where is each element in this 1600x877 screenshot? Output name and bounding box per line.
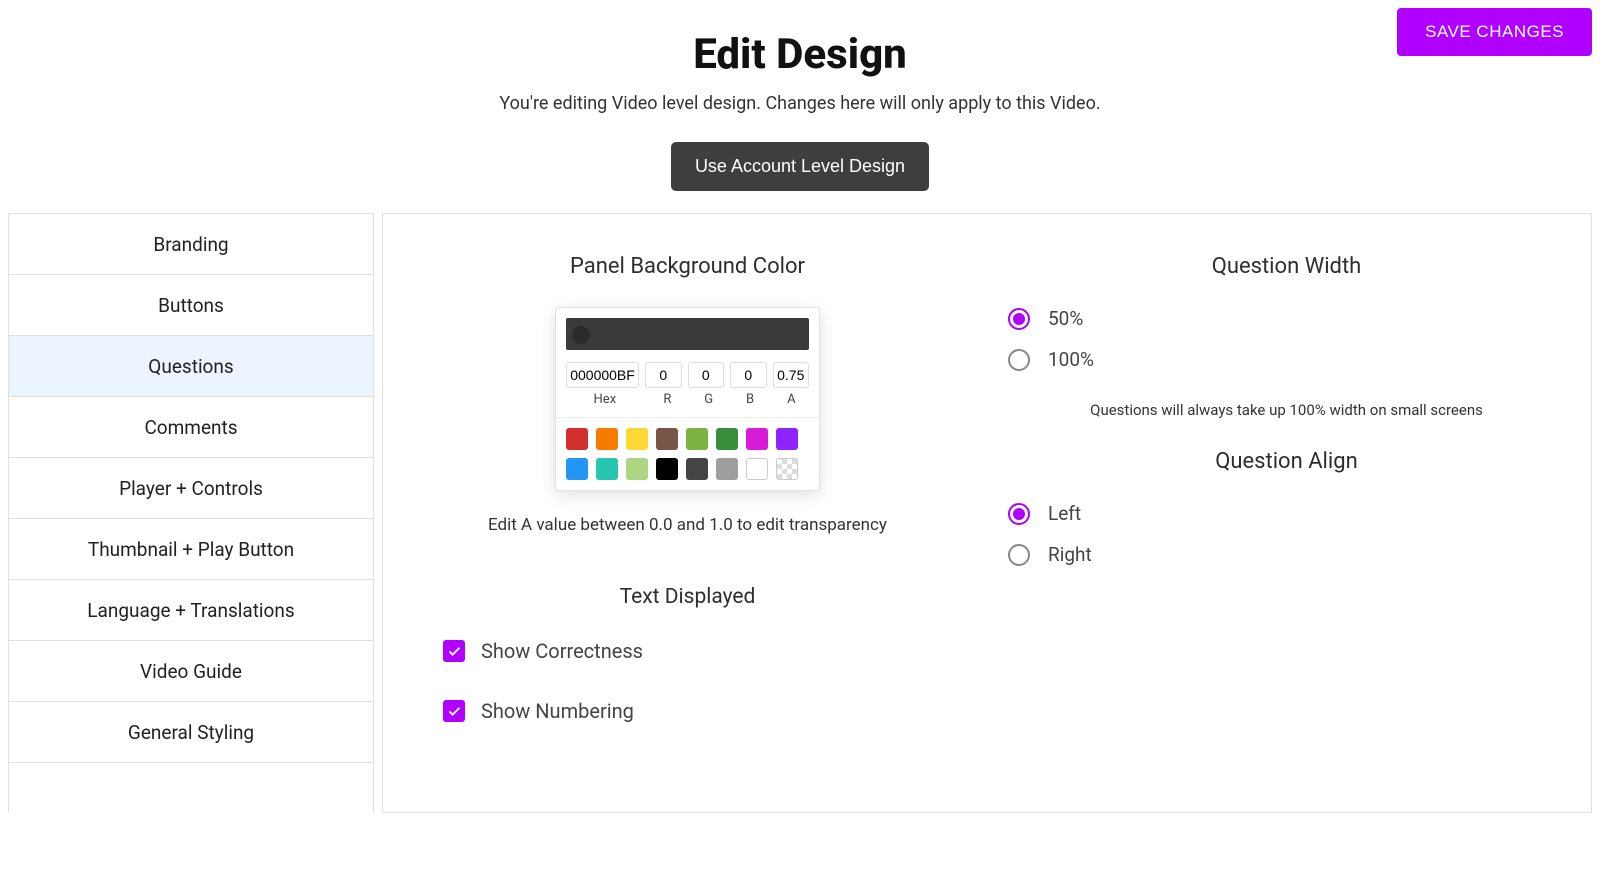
radio-icon — [1008, 349, 1030, 371]
checkbox-label: Show Correctness — [481, 639, 643, 663]
color-preview-handle[interactable] — [572, 326, 590, 344]
save-changes-button[interactable]: SAVE CHANGES — [1397, 8, 1592, 56]
radio-icon — [1008, 503, 1030, 525]
swatch[interactable] — [686, 458, 708, 480]
g-input[interactable] — [688, 362, 724, 388]
question-width-option[interactable]: 100% — [1008, 348, 1581, 371]
swatch[interactable] — [656, 458, 678, 480]
left-column: Panel Background Color Hex R G B — [393, 254, 982, 772]
sidebar-item-buttons[interactable]: Buttons — [9, 275, 373, 336]
sidebar-item-questions[interactable]: Questions — [9, 336, 373, 397]
sidebar-item-language-translations[interactable]: Language + Translations — [9, 580, 373, 641]
question-align-option[interactable]: Right — [1008, 543, 1581, 566]
transparency-hint: Edit A value between 0.0 and 1.0 to edit… — [393, 515, 982, 535]
swatch[interactable] — [776, 458, 798, 480]
page-title: Edit Design — [0, 30, 1600, 79]
radio-label: Right — [1048, 543, 1092, 566]
r-input[interactable] — [645, 362, 681, 388]
text-displayed-option[interactable]: Show Correctness — [443, 639, 982, 663]
radio-label: 50% — [1048, 307, 1083, 330]
swatch[interactable] — [596, 428, 618, 450]
swatch[interactable] — [566, 458, 588, 480]
swatch[interactable] — [746, 428, 768, 450]
swatch[interactable] — [716, 458, 738, 480]
color-picker: Hex R G B A — [555, 307, 820, 491]
question-width-note: Questions will always take up 100% width… — [992, 401, 1581, 419]
b-input[interactable] — [730, 362, 766, 388]
swatch[interactable] — [746, 458, 768, 480]
g-label: G — [691, 392, 726, 407]
checkbox-icon — [443, 700, 465, 722]
question-width-option[interactable]: 50% — [1008, 307, 1581, 330]
question-align-option[interactable]: Left — [1008, 502, 1581, 525]
radio-label: 100% — [1048, 348, 1094, 371]
sidebar-item-video-guide[interactable]: Video Guide — [9, 641, 373, 702]
sidebar-item-player-controls[interactable]: Player + Controls — [9, 458, 373, 519]
text-displayed-option[interactable]: Show Numbering — [443, 699, 982, 723]
hex-label: Hex — [566, 392, 644, 407]
sidebar-item-comments[interactable]: Comments — [9, 397, 373, 458]
swatch[interactable] — [776, 428, 798, 450]
settings-panel: Panel Background Color Hex R G B — [382, 213, 1592, 813]
sidebar-item-thumbnail-play-button[interactable]: Thumbnail + Play Button — [9, 519, 373, 580]
b-label: B — [732, 392, 767, 407]
right-column: Question Width 50% 100% Questions will al… — [992, 254, 1581, 772]
radio-label: Left — [1048, 502, 1081, 525]
color-preview[interactable] — [566, 318, 809, 350]
text-displayed-title: Text Displayed — [393, 585, 982, 609]
hex-input[interactable] — [566, 362, 639, 388]
swatch[interactable] — [626, 428, 648, 450]
page-subtitle: You're editing Video level design. Chang… — [0, 93, 1600, 114]
swatch[interactable] — [566, 428, 588, 450]
swatch[interactable] — [596, 458, 618, 480]
swatch[interactable] — [656, 428, 678, 450]
question-align-title: Question Align — [992, 449, 1581, 474]
use-account-level-design-button[interactable]: Use Account Level Design — [671, 142, 929, 191]
swatch[interactable] — [686, 428, 708, 450]
a-label: A — [774, 392, 809, 407]
settings-sidebar: BrandingButtonsQuestionsCommentsPlayer +… — [8, 213, 374, 813]
checkbox-icon — [443, 640, 465, 662]
r-label: R — [650, 392, 685, 407]
swatch-grid — [566, 428, 809, 480]
text-displayed-group: Show Correctness Show Numbering — [393, 639, 982, 723]
radio-icon — [1008, 308, 1030, 330]
a-input[interactable] — [773, 362, 809, 388]
question-align-group: Left Right — [992, 502, 1581, 566]
sidebar-item-branding[interactable]: Branding — [9, 214, 373, 275]
sidebar-item-general-styling[interactable]: General Styling — [9, 702, 373, 763]
radio-icon — [1008, 544, 1030, 566]
swatch[interactable] — [626, 458, 648, 480]
question-width-group: 50% 100% — [992, 307, 1581, 371]
question-width-title: Question Width — [992, 254, 1581, 279]
swatch[interactable] — [716, 428, 738, 450]
panel-bg-title: Panel Background Color — [393, 254, 982, 279]
page-header: Edit Design You're editing Video level d… — [0, 0, 1600, 191]
checkbox-label: Show Numbering — [481, 699, 634, 723]
